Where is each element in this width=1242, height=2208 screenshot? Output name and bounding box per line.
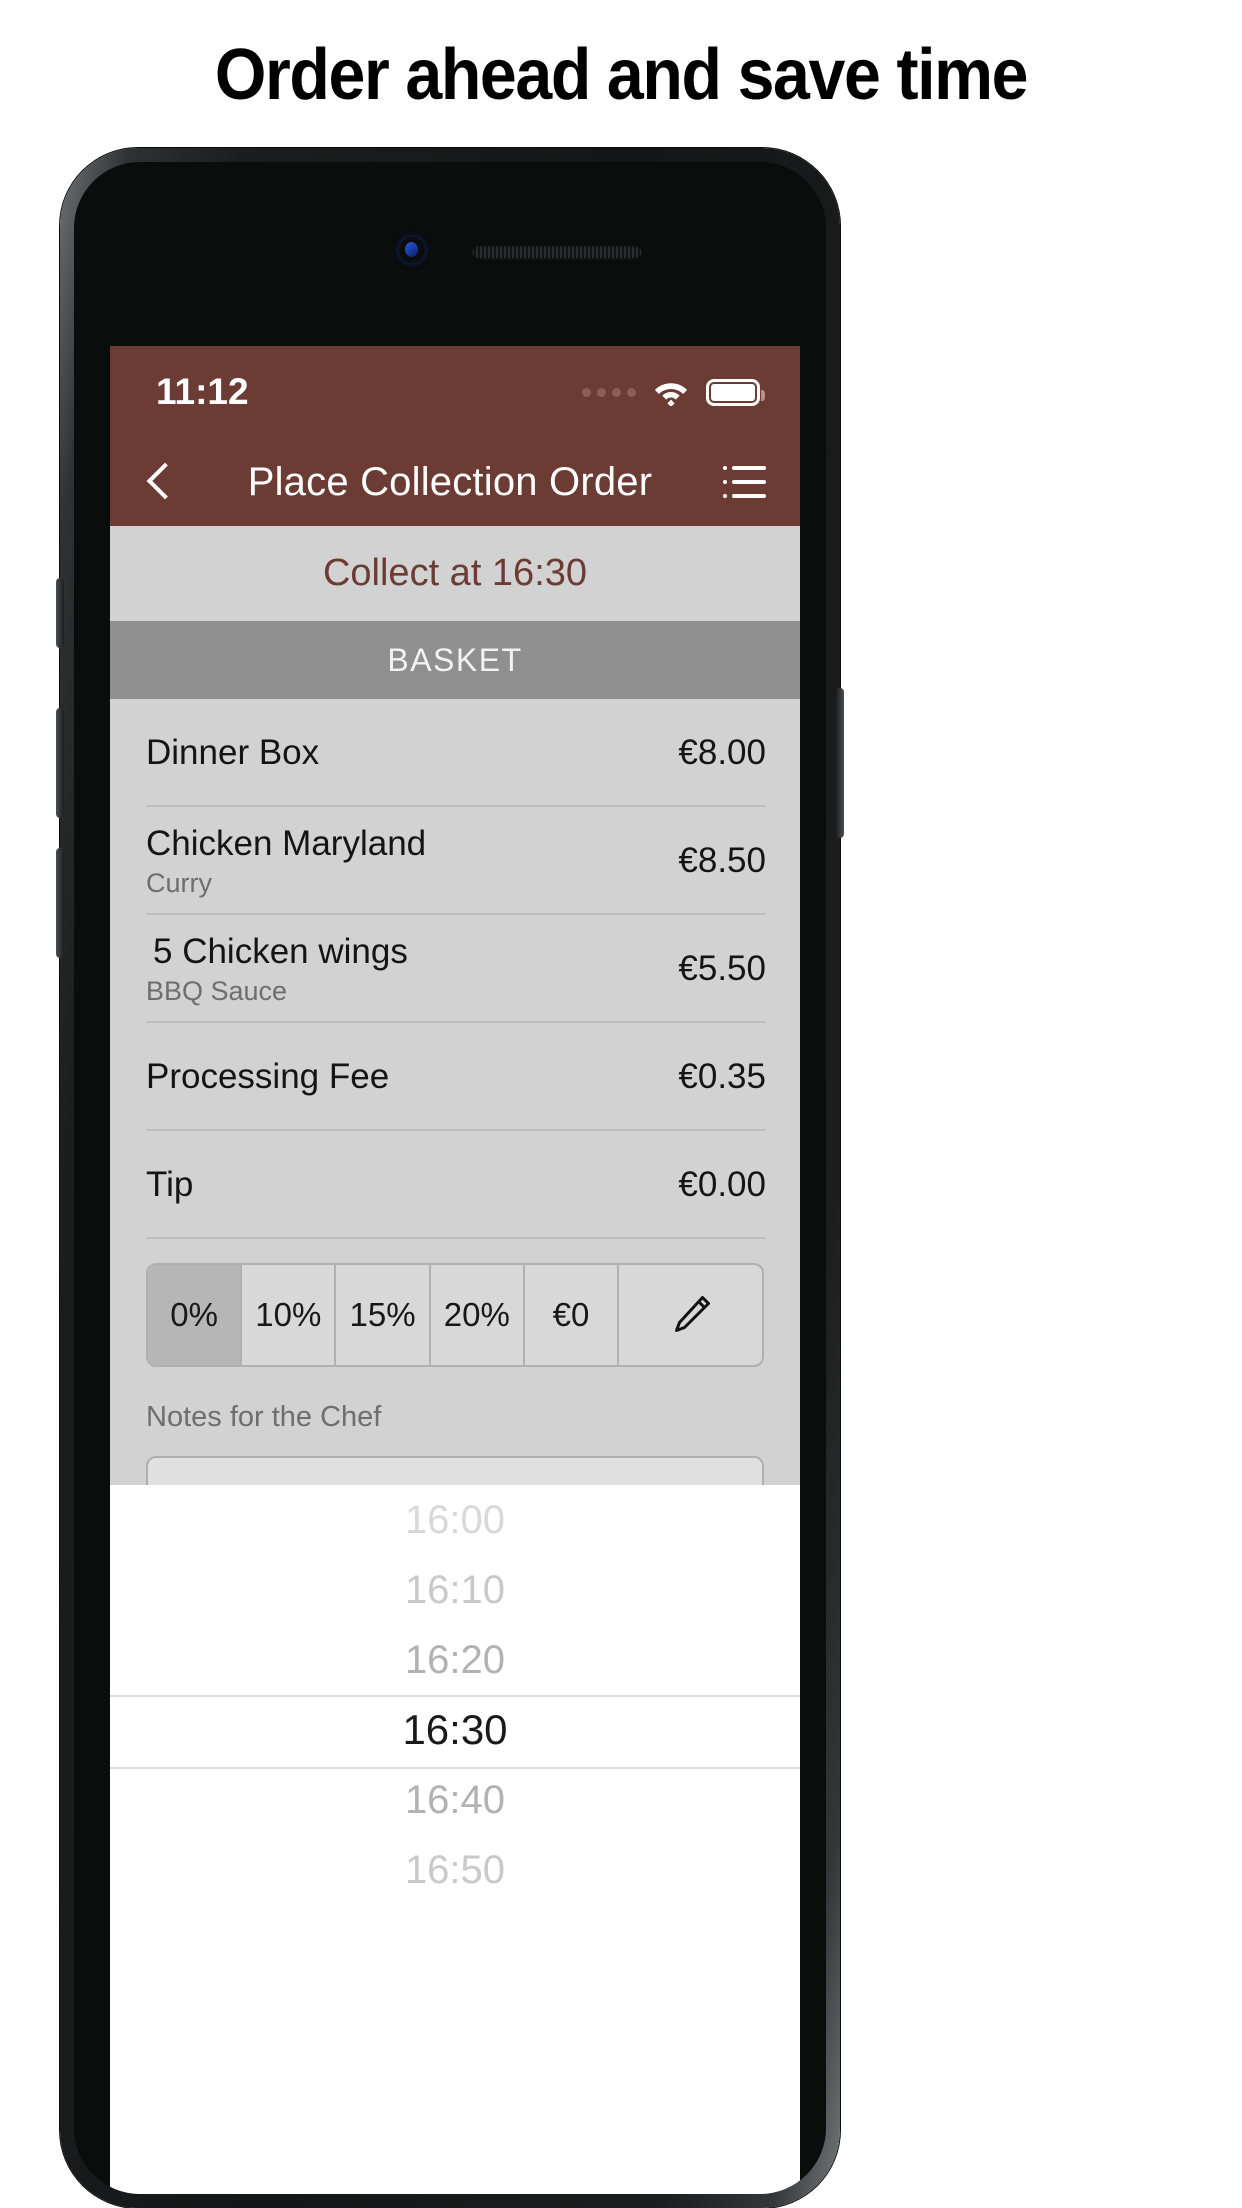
phone-power-button[interactable] [836,688,844,838]
time-picker-option[interactable]: 16:40 [110,1765,800,1835]
table-row[interactable]: 5 Chicken wings BBQ Sauce €5.50 [110,915,800,1023]
status-bar-indicators [582,378,765,407]
pencil-edit-icon [668,1292,714,1338]
table-row[interactable]: Chicken Maryland Curry €8.50 [110,807,800,915]
item-price: €0.00 [678,1165,766,1204]
back-chevron-icon[interactable] [142,462,176,502]
item-option: BBQ Sauce [146,975,288,1006]
signal-dots-icon [582,387,636,397]
basket-list: Dinner Box €8.00 Chicken Maryland Curry … [110,699,800,1516]
time-picker-option[interactable]: 16:00 [110,1485,800,1555]
item-price: €8.00 [678,733,766,772]
time-picker[interactable]: 16:00 16:10 16:20 16:30 16:40 16:50 [110,1485,800,1965]
collect-time-button[interactable]: Collect at 16:30 [110,526,800,621]
page-title: Order ahead and save time [214,35,1029,115]
item-price: €8.50 [678,841,766,880]
phone-volume-down-button[interactable] [56,848,64,958]
tip-selector: 0% 10% 15% 20% €0 [110,1239,800,1367]
tip-edit-button[interactable] [619,1265,762,1365]
phone-volume-up-button[interactable] [56,708,64,818]
item-price: €5.50 [678,949,766,988]
item-name: Chicken Maryland [146,823,427,863]
tip-option-10[interactable]: 10% [242,1265,337,1365]
item-name: Tip [146,1165,194,1204]
front-camera-icon [399,237,425,263]
item-option: Curry [146,867,212,898]
time-picker-option[interactable]: 16:20 [110,1625,800,1695]
nav-title: Place Collection Order [247,459,653,504]
time-picker-option[interactable]: 16:50 [110,1835,800,1905]
phone-screen: 11:12 Place Collection Order Collect at … [110,346,800,2194]
item-price: €0.35 [678,1057,766,1096]
tip-option-20[interactable]: 20% [431,1265,525,1365]
item-name: Processing Fee [146,1057,390,1096]
tip-option-15[interactable]: 15% [336,1265,431,1365]
list-menu-icon[interactable] [722,466,766,498]
tip-option-custom-amount[interactable]: €0 [525,1265,620,1365]
phone-mute-switch[interactable] [56,578,64,648]
battery-full-icon [706,378,765,406]
phone-device-frame: 11:12 Place Collection Order Collect at … [56,148,844,2208]
table-row[interactable]: Dinner Box €8.00 [110,699,800,807]
basket-section-title: BASKET [387,641,523,678]
status-bar-time: 11:12 [156,371,249,412]
notes-section: Notes for the Chef [110,1367,800,1516]
nav-bar: Place Collection Order [110,438,800,526]
tip-option-0[interactable]: 0% [148,1265,243,1365]
earpiece-speaker-icon [472,246,642,259]
table-row: Tip €0.00 [110,1131,800,1239]
time-picker-selected-option[interactable]: 16:30 [110,1695,800,1765]
time-picker-option[interactable]: 16:10 [110,1555,800,1625]
basket-section-header: BASKET [110,621,800,699]
item-name: Dinner Box [146,733,320,772]
collect-time-label: Collect at 16:30 [322,552,588,594]
status-bar: 11:12 [110,346,800,438]
table-row: Processing Fee €0.35 [110,1023,800,1131]
notes-label: Notes for the Chef [146,1401,382,1433]
item-name: 5 Chicken wings [153,931,408,971]
wifi-icon [653,379,689,407]
phone-bezel: 11:12 Place Collection Order Collect at … [74,162,826,2194]
